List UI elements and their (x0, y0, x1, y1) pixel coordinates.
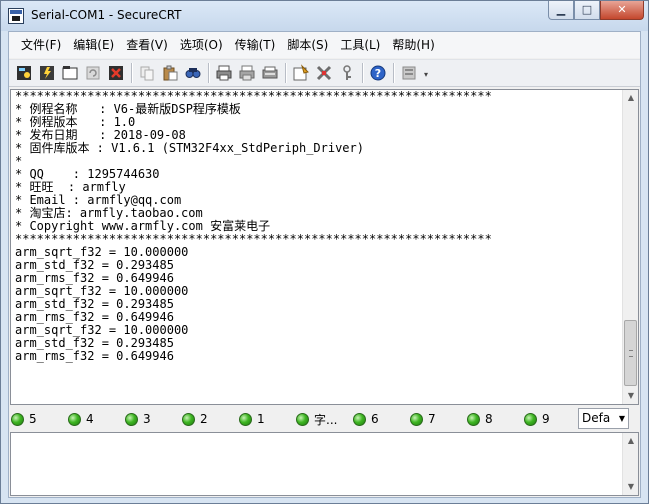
paste-icon[interactable] (159, 62, 181, 84)
green-led-icon (410, 412, 423, 426)
reconnect-icon[interactable] (82, 62, 104, 84)
button-bar-label: 5 (29, 412, 37, 426)
svg-text:?: ? (375, 67, 381, 80)
title-bar[interactable]: Serial-COM1 - SecureCRT ▁ □ ✕ (1, 1, 648, 31)
button-bar-button[interactable]: 1 (237, 412, 294, 426)
button-bar-button[interactable]: 3 (123, 412, 180, 426)
green-led-icon (125, 412, 138, 426)
find-icon[interactable] (182, 62, 204, 84)
button-bar-label: 7 (428, 412, 436, 426)
button-bar: 5 4 3 2 1 字... 6 7 8 9 Defa ▼ (9, 408, 640, 430)
minimize-button[interactable]: ▁ (548, 1, 574, 20)
button-bar-button[interactable]: 字... (294, 411, 351, 428)
close-button[interactable]: ✕ (600, 1, 644, 20)
menu-transfer[interactable]: 传输(T) (229, 32, 282, 58)
button-bar-label: 1 (257, 412, 265, 426)
securecrt-app-icon[interactable] (8, 8, 24, 24)
green-led-icon (11, 412, 24, 426)
scroll-up-arrow-icon[interactable]: ▲ (623, 433, 639, 449)
window-title: Serial-COM1 - SecureCRT (31, 8, 182, 22)
toolbar-overflow-chevron-icon[interactable]: ▾ (421, 62, 431, 84)
green-led-icon (68, 412, 81, 426)
menu-view[interactable]: 查看(V) (120, 32, 174, 58)
button-bar-button[interactable]: 8 (465, 412, 522, 426)
green-led-icon (182, 412, 195, 426)
print-setup-icon[interactable] (259, 62, 281, 84)
button-bar-select-value: Defa (582, 411, 611, 425)
green-led-icon (524, 412, 537, 426)
green-led-icon (239, 412, 252, 426)
window-controls: ▁ □ ✕ (548, 1, 644, 21)
sftp-key-icon[interactable] (336, 62, 358, 84)
button-bar-button[interactable]: 5 (9, 412, 66, 426)
terminal-line: * 固件库版本 : V1.6.1 (STM32F4xx_StdPeriph_Dr… (15, 141, 364, 155)
command-window-scrollbar[interactable]: ▲ ▼ (622, 433, 638, 495)
button-bar-select[interactable]: Defa ▼ (578, 408, 629, 429)
print-icon[interactable] (213, 62, 235, 84)
securecrt-window: Serial-COM1 - SecureCRT ▁ □ ✕ 文件(F) 编辑(E… (0, 0, 649, 504)
help-icon[interactable]: ? (367, 62, 389, 84)
scroll-down-arrow-icon[interactable]: ▼ (623, 479, 639, 495)
scrollbar-grip-icon (629, 350, 633, 357)
button-bar-label: 9 (542, 412, 550, 426)
terminal-output: ****************************************… (15, 90, 615, 363)
button-bar-label: 8 (485, 412, 493, 426)
menu-edit[interactable]: 编辑(E) (67, 32, 120, 58)
menu-help[interactable]: 帮助(H) (386, 32, 440, 58)
scroll-up-arrow-icon[interactable]: ▲ (623, 90, 638, 106)
green-led-icon (467, 412, 480, 426)
quick-connect-icon[interactable] (36, 62, 58, 84)
button-bar-label: 3 (143, 412, 151, 426)
maximize-button[interactable]: □ (574, 1, 600, 20)
connect-icon[interactable] (13, 62, 35, 84)
client-area: 文件(F) 编辑(E) 查看(V) 选项(O) 传输(T) 脚本(S) 工具(L… (8, 31, 641, 498)
toolbar-separator (393, 63, 395, 83)
menu-tools[interactable]: 工具(L) (334, 32, 386, 58)
toolbar-separator (131, 63, 133, 83)
menu-file[interactable]: 文件(F) (15, 32, 67, 58)
button-bar-label: 6 (371, 412, 379, 426)
copy-icon[interactable] (136, 62, 158, 84)
toolbar-separator (362, 63, 364, 83)
menu-script[interactable]: 脚本(S) (281, 32, 334, 58)
keymap-icon[interactable] (398, 62, 420, 84)
menu-options[interactable]: 选项(O) (174, 32, 229, 58)
command-window-input[interactable]: ▲ ▼ (10, 432, 639, 496)
button-bar-button[interactable]: 2 (180, 412, 237, 426)
connect-tab-icon[interactable] (59, 62, 81, 84)
button-bar-label: 字... (314, 412, 338, 427)
dropdown-arrow-icon[interactable]: ▼ (619, 409, 625, 428)
toolbar-separator (208, 63, 210, 83)
terminal-line: arm_rms_f32 = 0.649946 (15, 349, 174, 363)
toolbar: ? ▾ (9, 59, 640, 87)
terminal-screen[interactable]: ****************************************… (10, 89, 639, 405)
menu-bar: 文件(F) 编辑(E) 查看(V) 选项(O) 传输(T) 脚本(S) 工具(L… (9, 32, 640, 58)
button-bar-label: 2 (200, 412, 208, 426)
button-bar-label: 4 (86, 412, 94, 426)
button-bar-button[interactable]: 4 (66, 412, 123, 426)
terminal-scrollbar[interactable]: ▲ ▼ (622, 90, 638, 404)
session-options-icon[interactable] (290, 62, 312, 84)
scroll-down-arrow-icon[interactable]: ▼ (623, 388, 638, 404)
green-led-icon (296, 412, 309, 426)
map-keys-icon[interactable] (313, 62, 335, 84)
button-bar-button[interactable]: 9 (522, 412, 579, 426)
print-selection-icon[interactable] (236, 62, 258, 84)
disconnect-icon[interactable] (105, 62, 127, 84)
button-bar-button[interactable]: 6 (351, 412, 408, 426)
button-bar-button[interactable]: 7 (408, 412, 465, 426)
toolbar-separator (285, 63, 287, 83)
scrollbar-thumb[interactable] (624, 320, 637, 386)
green-led-icon (353, 412, 366, 426)
